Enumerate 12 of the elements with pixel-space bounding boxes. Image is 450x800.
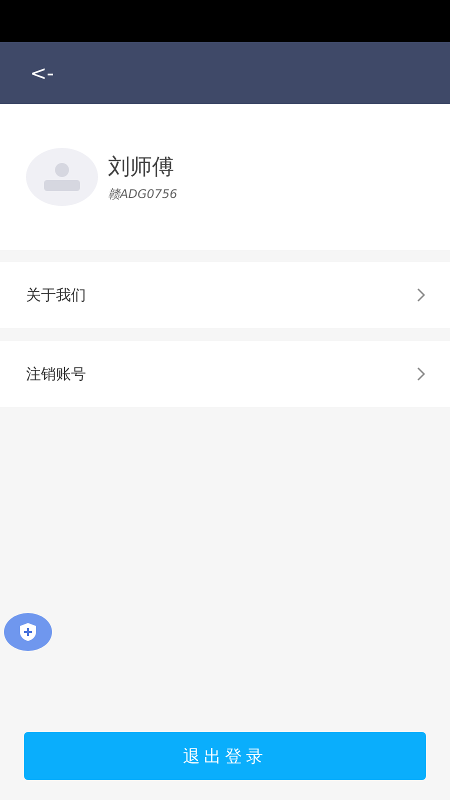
menu-item[interactable]: 关于我们 <box>0 262 450 328</box>
menu-label: 注销账号 <box>26 364 86 384</box>
plate-number: 赣ADG0756 <box>108 186 178 202</box>
chevron-icon <box>416 367 426 381</box>
avatar-icon <box>26 148 98 206</box>
menu-item[interactable]: 注销账号 <box>0 341 450 407</box>
chevron-icon <box>416 288 426 302</box>
shield-plus-button[interactable] <box>4 613 52 651</box>
menu-label: 关于我们 <box>26 286 86 304</box>
back-button[interactable]: <- <box>30 61 54 85</box>
shield-plus-icon <box>19 622 37 642</box>
driver-name: 刘师傅 <box>108 154 175 182</box>
